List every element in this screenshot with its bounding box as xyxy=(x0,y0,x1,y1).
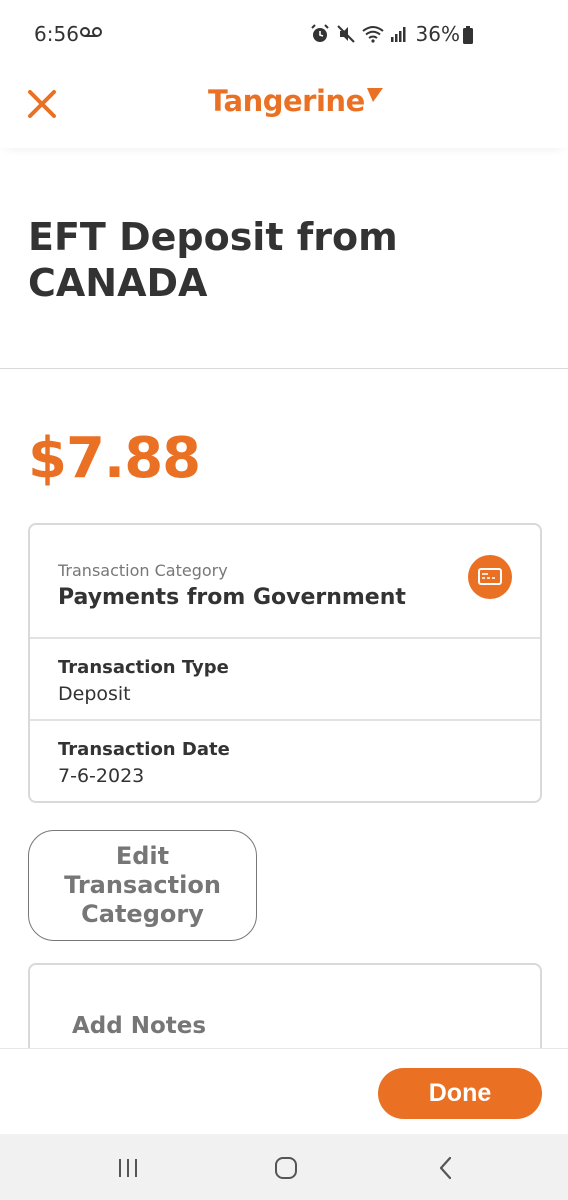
battery-percent: 36% xyxy=(415,22,460,46)
date-value: 7-6-2023 xyxy=(58,765,145,787)
cheque-icon xyxy=(468,555,512,599)
system-nav-bar xyxy=(0,1134,568,1200)
status-icons xyxy=(310,24,408,44)
brand-name: Tangerine xyxy=(208,84,365,118)
voicemail-icon xyxy=(80,27,102,37)
type-value: Deposit xyxy=(58,683,131,705)
divider xyxy=(0,368,568,369)
date-label: Transaction Date xyxy=(58,739,230,760)
transaction-title: EFT Deposit from CANADA xyxy=(28,215,398,305)
close-icon[interactable] xyxy=(22,84,62,124)
status-time: 6:56 xyxy=(34,22,79,46)
app-header: Tangerine xyxy=(0,70,568,148)
brand-mark-icon xyxy=(366,88,383,102)
category-value: Payments from Government xyxy=(58,585,406,610)
category-row: Transaction Category Payments from Gover… xyxy=(30,525,540,639)
status-bar: 6:56 36% xyxy=(0,0,568,70)
back-icon[interactable] xyxy=(436,1156,456,1180)
type-row: Transaction Type Deposit xyxy=(30,639,540,721)
type-label: Transaction Type xyxy=(58,657,229,678)
add-notes-title: Add Notes xyxy=(72,1013,207,1039)
done-button[interactable]: Done xyxy=(378,1068,542,1119)
mute-icon xyxy=(337,25,355,43)
signal-icon xyxy=(391,27,406,42)
edit-category-button[interactable]: Edit Transaction Category xyxy=(28,830,257,941)
date-row: Transaction Date 7-6-2023 xyxy=(30,721,540,801)
brand-logo: Tangerine xyxy=(208,84,383,118)
edit-category-label: Edit Transaction Category xyxy=(64,842,221,928)
wifi-icon xyxy=(362,26,384,43)
battery-icon xyxy=(463,26,473,44)
recents-icon[interactable] xyxy=(116,1158,140,1178)
transaction-details-card: Transaction Category Payments from Gover… xyxy=(28,523,542,803)
alarm-icon xyxy=(311,24,329,42)
bottom-action-bar: Done xyxy=(0,1048,568,1134)
home-icon[interactable] xyxy=(274,1156,298,1180)
transaction-amount: $7.88 xyxy=(28,426,201,491)
category-label: Transaction Category xyxy=(58,561,228,580)
